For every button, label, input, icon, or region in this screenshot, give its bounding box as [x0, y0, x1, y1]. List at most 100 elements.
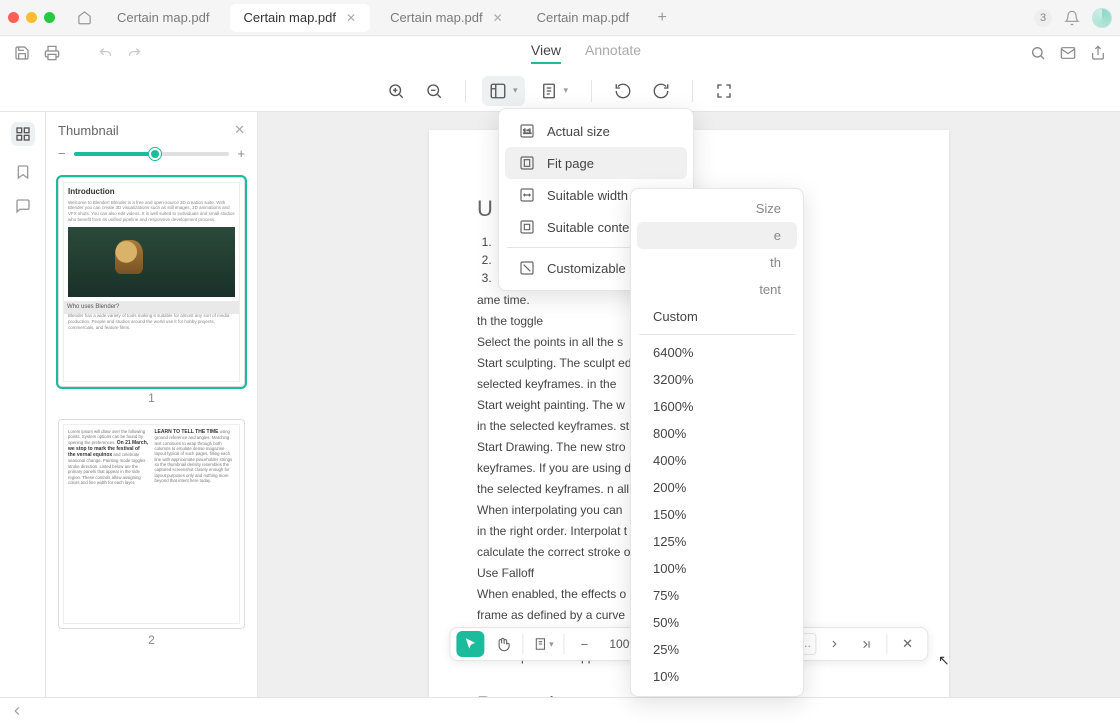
menu-label: Suitable width — [547, 188, 628, 203]
rotate-ccw-button[interactable] — [608, 76, 638, 106]
left-rail — [0, 112, 46, 697]
separator — [591, 80, 592, 102]
tab-label: Certain map.pdf — [244, 10, 337, 25]
zoom-out-mini[interactable]: − — [570, 631, 598, 657]
tab-label: Certain map.pdf — [537, 10, 630, 25]
close-icon[interactable]: ✕ — [234, 122, 245, 138]
chevron-down-icon: ▾ — [564, 85, 569, 96]
actual-size-icon: 1:1 — [519, 123, 535, 139]
zoom-level[interactable]: 10% — [637, 663, 797, 690]
add-tab-button[interactable]: + — [649, 9, 675, 27]
next-page[interactable] — [821, 631, 849, 657]
zoom-partial-0[interactable]: Size — [637, 195, 797, 222]
share-icon[interactable] — [1090, 45, 1106, 61]
zoom-level[interactable]: 125% — [637, 528, 797, 555]
toolbar-primary: View Annotate — [0, 36, 1120, 70]
window-controls — [8, 12, 55, 23]
tab-0[interactable]: Certain map.pdf — [103, 4, 224, 32]
svg-text:1:1: 1:1 — [523, 130, 532, 136]
search-icon[interactable] — [1030, 45, 1046, 61]
tab-1[interactable]: Certain map.pdf ✕ — [230, 4, 371, 32]
redo-icon[interactable] — [127, 46, 142, 61]
zoom-level[interactable]: 6400% — [637, 339, 797, 366]
customize-icon — [519, 260, 535, 276]
close-floatbar[interactable]: ✕ — [894, 631, 922, 657]
page-layout-dropdown[interactable]: ▾ — [533, 76, 576, 106]
zoom-level[interactable]: 200% — [637, 474, 797, 501]
zoom-partial-1[interactable]: e — [637, 222, 797, 249]
chevron-down-icon: ▾ — [513, 85, 518, 96]
save-icon[interactable] — [14, 45, 30, 61]
thumb-size-minus[interactable]: − — [58, 146, 66, 161]
tab-2[interactable]: Certain map.pdf ✕ — [376, 4, 517, 32]
zoom-level[interactable]: 400% — [637, 447, 797, 474]
close-tab-icon[interactable]: ✕ — [493, 11, 503, 25]
zoom-partial-2[interactable]: th — [637, 249, 797, 276]
thumb-size-plus[interactable]: + — [237, 146, 245, 161]
zoom-partial-3[interactable]: tent — [637, 276, 797, 303]
collapse-sidebar-icon[interactable] — [10, 704, 24, 718]
zoom-out-button[interactable] — [419, 76, 449, 106]
mode-view[interactable]: View — [531, 42, 561, 64]
sidebar: Thumbnail ✕ − + Introduction Welcome to … — [46, 112, 258, 697]
zoom-in-button[interactable] — [381, 76, 411, 106]
thumb-number: 2 — [58, 633, 245, 647]
zoom-level[interactable]: 100% — [637, 555, 797, 582]
statusbar — [0, 697, 1120, 723]
home-button[interactable] — [71, 5, 97, 31]
thumb-number: 1 — [58, 391, 245, 405]
menu-label: Actual size — [547, 124, 610, 139]
rail-comments[interactable] — [15, 198, 31, 214]
fullscreen-button[interactable] — [709, 76, 739, 106]
tab-3[interactable]: Certain map.pdf — [523, 4, 644, 32]
zoom-custom[interactable]: Custom — [637, 303, 797, 330]
print-icon[interactable] — [44, 45, 60, 61]
thumbnail-1[interactable]: Introduction Welcome to Blender! Blender… — [58, 177, 245, 405]
menu-label: Custom — [653, 309, 698, 324]
separator — [887, 634, 888, 654]
fit-content-icon — [519, 219, 535, 235]
rail-thumbnails[interactable] — [11, 122, 35, 146]
zoom-level[interactable]: 75% — [637, 582, 797, 609]
page-layout-mini[interactable]: ▾ — [529, 631, 557, 657]
notification-badge[interactable]: 3 — [1034, 9, 1052, 27]
zoom-level[interactable]: 3200% — [637, 366, 797, 393]
zoom-level[interactable]: 800% — [637, 420, 797, 447]
tab-label: Certain map.pdf — [390, 10, 483, 25]
titlebar: Certain map.pdf Certain map.pdf ✕ Certain… — [0, 0, 1120, 36]
close-window[interactable] — [8, 12, 19, 23]
menu-label: Customizable — [547, 261, 626, 276]
toolbar-view: ▾ ▾ — [0, 70, 1120, 112]
mail-icon[interactable] — [1060, 45, 1076, 61]
maximize-window[interactable] — [44, 12, 55, 23]
bell-icon[interactable] — [1064, 10, 1080, 26]
thumbnail-list[interactable]: Introduction Welcome to Blender! Blender… — [46, 171, 257, 697]
zoom-level[interactable]: 25% — [637, 636, 797, 663]
close-tab-icon[interactable]: ✕ — [346, 11, 356, 25]
undo-icon[interactable] — [98, 46, 113, 61]
fit-page[interactable]: Fit page — [505, 147, 687, 179]
avatar[interactable] — [1092, 8, 1112, 28]
mode-annotate[interactable]: Annotate — [585, 42, 641, 64]
last-page[interactable] — [853, 631, 881, 657]
fit-actual-size[interactable]: 1:1 Actual size — [505, 115, 687, 147]
fit-icon — [489, 82, 507, 100]
fit-mode-dropdown[interactable]: ▾ — [482, 76, 525, 106]
rotate-cw-button[interactable] — [646, 76, 676, 106]
thumbnail-2[interactable]: Lorem ipsum will draw over the following… — [58, 419, 245, 647]
cursor-tool[interactable] — [456, 631, 484, 657]
sidebar-title: Thumbnail — [58, 123, 119, 138]
menu-label: Fit page — [547, 156, 594, 171]
thumb-size-slider[interactable] — [74, 152, 230, 156]
tab-label: Certain map.pdf — [117, 10, 210, 25]
separator — [692, 80, 693, 102]
rail-bookmarks[interactable] — [15, 164, 31, 180]
zoom-level[interactable]: 1600% — [637, 393, 797, 420]
menu-label: Suitable content — [547, 220, 640, 235]
separator — [563, 634, 564, 654]
minimize-window[interactable] — [26, 12, 37, 23]
zoom-level[interactable]: 50% — [637, 609, 797, 636]
zoom-level[interactable]: 150% — [637, 501, 797, 528]
fit-width-icon — [519, 187, 535, 203]
hand-tool[interactable] — [488, 631, 516, 657]
